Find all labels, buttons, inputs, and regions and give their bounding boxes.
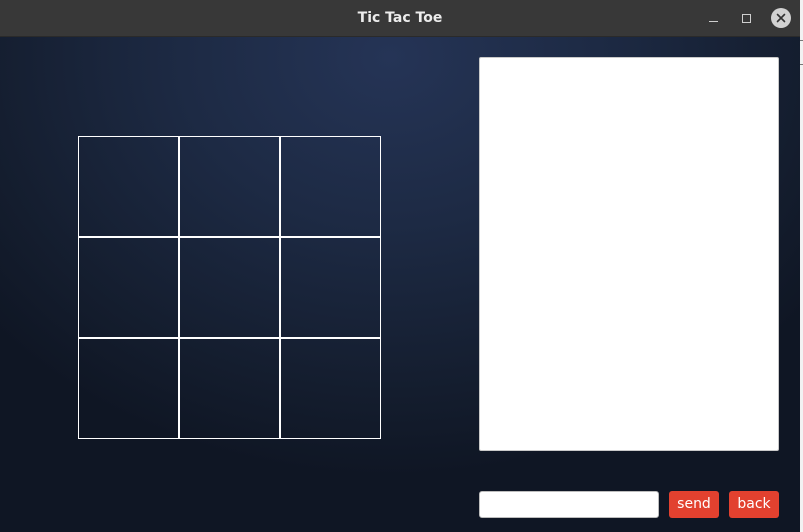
main-content: send back: [0, 37, 800, 532]
board-cell-8[interactable]: [179, 338, 280, 439]
game-board: [78, 136, 382, 440]
back-button[interactable]: back: [729, 491, 779, 518]
board-cell-4[interactable]: [78, 237, 179, 338]
minimize-button[interactable]: [702, 7, 724, 29]
close-icon: [771, 8, 791, 28]
send-button[interactable]: send: [669, 491, 719, 518]
maximize-button[interactable]: [735, 7, 757, 29]
close-button[interactable]: [770, 7, 792, 29]
board-cell-7[interactable]: [78, 338, 179, 439]
app-window: Tic Tac Toe send back: [0, 0, 800, 532]
board-cell-3[interactable]: [280, 136, 381, 237]
minimize-icon: [708, 21, 718, 22]
board-cell-1[interactable]: [78, 136, 179, 237]
chat-message-area[interactable]: [479, 57, 779, 451]
message-input[interactable]: [479, 491, 659, 518]
board-cell-2[interactable]: [179, 136, 280, 237]
board-cell-6[interactable]: [280, 237, 381, 338]
title-bar[interactable]: Tic Tac Toe: [0, 0, 800, 37]
maximize-icon: [741, 13, 751, 23]
board-cell-9[interactable]: [280, 338, 381, 439]
board-cell-5[interactable]: [179, 237, 280, 338]
window-title: Tic Tac Toe: [357, 10, 443, 26]
